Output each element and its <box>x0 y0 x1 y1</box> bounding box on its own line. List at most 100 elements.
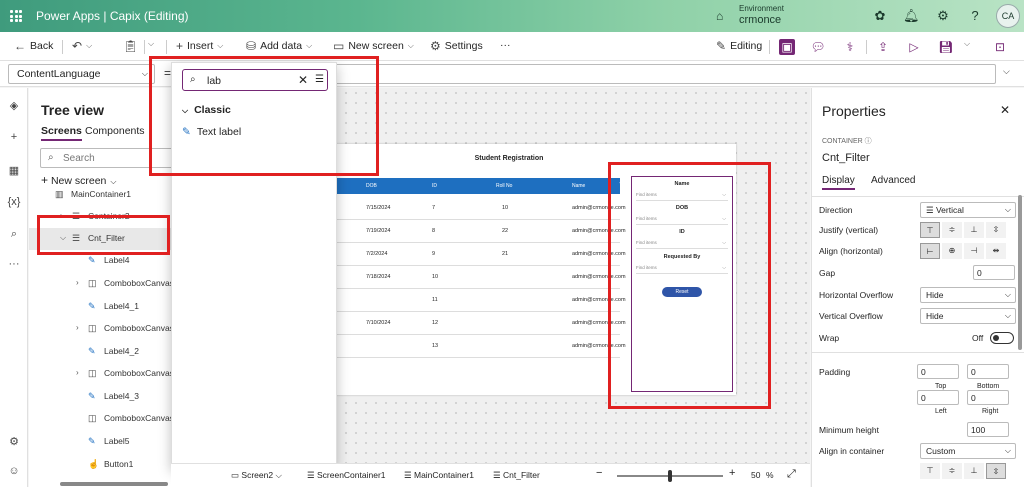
layers-icon[interactable]: ◈ <box>6 98 22 114</box>
close-icon[interactable]: ✕ <box>1000 103 1010 117</box>
padding-top-input[interactable]: 0 <box>917 364 959 379</box>
search-icon[interactable]: ⌕ <box>6 226 22 242</box>
zoom-slider-thumb[interactable] <box>668 470 672 482</box>
horizontal-overflow-dropdown[interactable]: Hide ⌵ <box>920 287 1016 303</box>
gap-input[interactable]: 0 <box>973 265 1015 280</box>
pencil-icon: ✎ <box>716 39 727 53</box>
zoom-out-button[interactable]: − <box>596 467 602 479</box>
tree-node[interactable]: ◫ ComboboxCanvas1 <box>29 408 179 430</box>
undo-icon: ↶ <box>72 39 83 53</box>
tree-node-label: Button1 <box>104 459 134 469</box>
chevron-right-icon: › <box>76 278 79 287</box>
table-row[interactable]: 7/18/2024 10 admin@crmonce.com <box>330 266 626 289</box>
info-icon[interactable]: ⓘ <box>865 138 872 145</box>
breadcrumb-container[interactable]: ☰ Cnt_Filter <box>493 470 540 481</box>
play-icon[interactable]: ▷ <box>906 39 922 55</box>
notifications-icon[interactable]: 🔔︎ <box>903 8 920 24</box>
min-height-input[interactable]: 100 <box>967 422 1009 437</box>
paste-options-button[interactable]: ⌵ <box>148 39 154 49</box>
add-data-button[interactable]: ⛁ Add data ⌵ <box>246 39 312 53</box>
tree-node[interactable]: ▥ MainContainer1 <box>29 184 171 206</box>
more-button[interactable]: ··· <box>500 39 511 51</box>
zoom-in-button[interactable]: + <box>729 467 735 479</box>
padding-bottom-input[interactable]: 0 <box>967 364 1009 379</box>
comments-icon[interactable]: 💬︎ <box>810 39 826 55</box>
align-stretch-icon[interactable]: ⇹ <box>986 243 1006 259</box>
tree-node[interactable]: › ◫ ComboboxCanvas1 <box>29 273 179 295</box>
vertical-overflow-label: Vertical Overflow <box>819 311 883 321</box>
environment-icon[interactable]: ⌂ <box>716 9 730 23</box>
table-row[interactable]: 11 admin@crmonce.com <box>330 289 626 312</box>
data-table-icon[interactable]: ▦ <box>6 163 22 179</box>
tab-components[interactable]: Components <box>85 125 145 137</box>
breadcrumb-container[interactable]: ☰ MainContainer1 <box>404 470 474 481</box>
breadcrumb-screen[interactable]: ▭ Screen2 ⌵ <box>231 470 282 481</box>
col-header: ID <box>432 183 437 189</box>
align-self-center-icon[interactable]: ≑ <box>942 463 962 479</box>
align-self-bottom-icon[interactable]: ⊥ <box>964 463 984 479</box>
align-in-container-dropdown[interactable]: Custom ⌵ <box>920 443 1016 459</box>
tab-display[interactable]: Display <box>822 175 855 190</box>
padding-right-input[interactable]: 0 <box>967 390 1009 405</box>
direction-dropdown[interactable]: ☰ Vertical ⌵ <box>920 202 1016 218</box>
new-screen-button[interactable]: ▭ New screen ⌵ <box>333 39 414 53</box>
environment-name[interactable]: crmonce <box>739 14 781 26</box>
avatar[interactable]: CA <box>996 4 1020 28</box>
tree-node[interactable]: ☝ Button1 <box>29 454 171 476</box>
back-button[interactable]: ← Back <box>14 39 53 53</box>
justify-center-icon[interactable]: ≑ <box>942 222 962 238</box>
insert-plus-icon[interactable]: + <box>6 129 22 145</box>
settings-icon[interactable]: ⚙ <box>6 434 22 450</box>
settings-gear-icon[interactable]: ⚙ <box>935 8 951 24</box>
align-start-icon[interactable]: ⊢ <box>920 243 940 259</box>
table-row[interactable]: 7/2/2024 9 21 admin@crmonce.com <box>330 243 626 266</box>
tree-node[interactable]: ✎ Label5 <box>29 431 171 453</box>
tree-node[interactable]: ✎ Label4_2 <box>29 341 171 363</box>
paste-button[interactable]: 📋︎ <box>123 39 138 53</box>
help-icon[interactable]: ? <box>967 8 983 24</box>
tree-node[interactable]: › ◫ ComboboxCanvas1 <box>29 363 179 385</box>
align-center-icon[interactable]: ⊕ <box>942 243 962 259</box>
table-row[interactable]: 7/10/2024 12 admin@crmonce.com <box>330 312 626 335</box>
properties-scrollbar[interactable] <box>1018 195 1022 350</box>
save-options-button[interactable]: ⌵ <box>964 39 970 49</box>
tab-advanced[interactable]: Advanced <box>871 175 915 186</box>
table-row[interactable]: 7/19/2024 8 22 admin@crmonce.com <box>330 220 626 243</box>
tree-node[interactable]: › ◫ ComboboxCanvas1 <box>29 318 179 340</box>
save-icon[interactable]: 💾︎ <box>938 39 954 55</box>
breadcrumb-container[interactable]: ☰ ScreenContainer1 <box>307 470 386 481</box>
align-self-stretch-icon[interactable]: ⇳ <box>986 463 1006 479</box>
app-launcher-icon[interactable] <box>10 10 22 22</box>
share-icon[interactable]: ⇪ <box>875 39 891 55</box>
app-checker-icon[interactable]: ▣ <box>779 39 795 55</box>
editing-button[interactable]: ✎ Editing <box>716 39 762 53</box>
health-icon[interactable]: ⚕ <box>842 39 858 55</box>
more-icon[interactable]: ··· <box>6 256 22 272</box>
undo-button[interactable]: ↶ ⌵ <box>72 39 92 53</box>
align-end-icon[interactable]: ⊣ <box>964 243 984 259</box>
tree-scrollbar[interactable] <box>60 482 168 486</box>
tree-node-label: Label4 <box>104 255 130 265</box>
justify-bottom-icon[interactable]: ⊥ <box>964 222 984 238</box>
padding-left-input[interactable]: 0 <box>917 390 959 405</box>
insert-button[interactable]: + Insert ⌵ <box>176 39 223 53</box>
zoom-unit: % <box>766 470 774 480</box>
publish-icon[interactable]: ⊡ <box>992 39 1008 55</box>
align-self-top-icon[interactable]: ⊤ <box>920 463 940 479</box>
property-dropdown[interactable]: ContentLanguage ⌵ <box>8 64 155 84</box>
justify-space-icon[interactable]: ⇳ <box>986 222 1006 238</box>
fit-to-window-icon[interactable]: ⤢ <box>787 468 796 481</box>
settings-button[interactable]: ⚙ Settings <box>430 39 483 53</box>
justify-top-icon[interactable]: ⊤ <box>920 222 940 238</box>
tab-screens[interactable]: Screens <box>41 125 82 141</box>
table-row[interactable]: 13 admin@crmonce.com <box>330 335 626 358</box>
variables-icon[interactable]: {x} <box>6 194 22 210</box>
expand-formula-icon[interactable]: ⌵ <box>1003 66 1010 77</box>
virtual-agent-icon[interactable]: ☺ <box>6 463 22 479</box>
wrap-toggle[interactable] <box>990 332 1014 344</box>
tree-node[interactable]: ✎ Label4_1 <box>29 296 171 318</box>
tree-node[interactable]: ✎ Label4_3 <box>29 386 171 408</box>
table-row[interactable]: 7/15/2024 7 10 admin@crmonce.com <box>330 197 626 220</box>
vertical-overflow-dropdown[interactable]: Hide ⌵ <box>920 308 1016 324</box>
copilot-icon[interactable]: ✿ <box>872 8 888 24</box>
